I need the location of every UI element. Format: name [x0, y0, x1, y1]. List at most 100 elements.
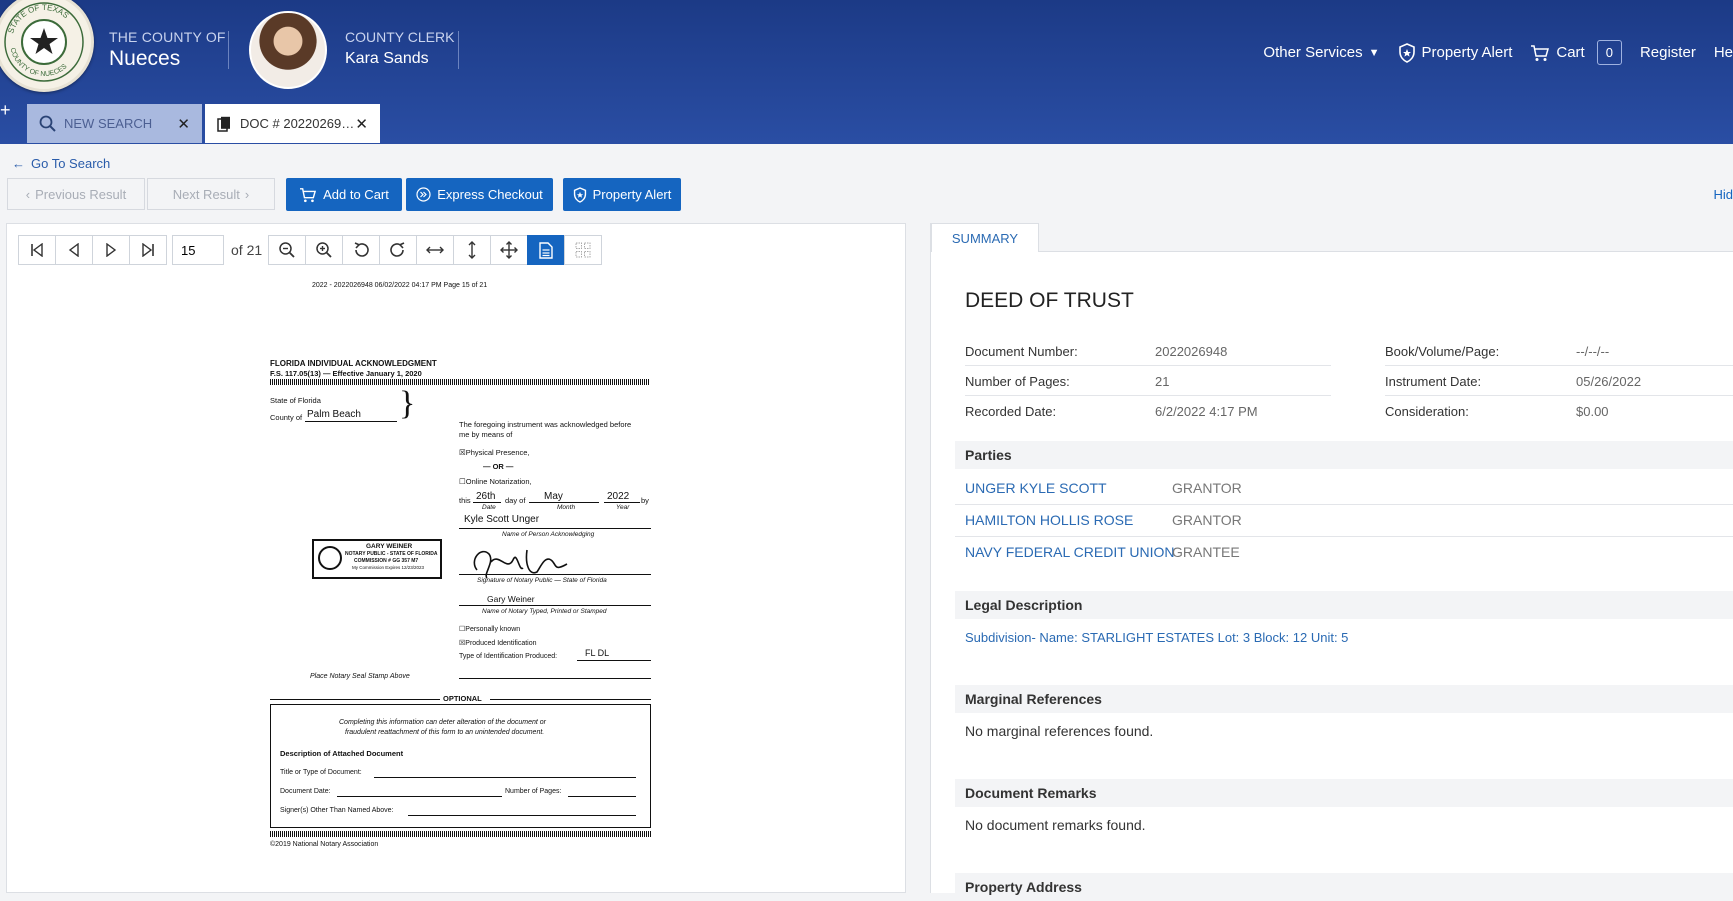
tab-summary[interactable]: SUMMARY: [931, 223, 1039, 252]
shield-star-icon: [573, 186, 586, 203]
party-name-link[interactable]: HAMILTON HOLLIS ROSE: [965, 512, 1133, 528]
physical-presence-option: ☒Physical Presence,: [459, 448, 530, 457]
other-services-menu[interactable]: Other Services ▼: [1263, 44, 1379, 61]
cart-label: Cart: [1556, 44, 1585, 61]
book-volume-page-value: --/--/--: [1576, 344, 1609, 359]
fit-width-button[interactable]: [416, 235, 455, 265]
county-title: THE COUNTY OF Nueces: [109, 29, 226, 71]
zoom-out-button[interactable]: [268, 235, 307, 265]
number-of-pages-field: Number of Pages:: [965, 374, 1070, 389]
seal-caption: Place Notary Seal Stamp Above: [310, 673, 410, 680]
county-value: Palm Beach: [307, 409, 361, 420]
notary-seal-icon: [318, 546, 342, 570]
field-value: 2022026948: [1155, 344, 1228, 359]
header-divider: [458, 31, 459, 69]
go-to-search-label: Go To Search: [31, 156, 111, 171]
close-tab-icon[interactable]: ✕: [177, 115, 190, 133]
clerk-label: COUNTY CLERK: [345, 29, 455, 45]
recorded-date-field: Recorded Date:: [965, 404, 1056, 419]
zoom-in-icon: [316, 242, 332, 258]
online-notarization-option: ☐Online Notarization,: [459, 477, 532, 486]
fill-line: [577, 660, 651, 661]
summary-panel: SUMMARY DEED OF TRUST Document Number: 2…: [930, 223, 1733, 901]
signature-caption: Signature of Notary Public — State of Fl…: [477, 577, 607, 584]
document-number-value: 2022026948: [1155, 344, 1227, 359]
cart-count-badge: 0: [1596, 40, 1622, 65]
single-page-view-button[interactable]: [527, 235, 566, 265]
notary-name-value: Gary Weiner: [487, 594, 535, 604]
rotate-right-button[interactable]: [379, 235, 418, 265]
stamp-line-3: COMMISSION # GG 357 M7: [354, 558, 419, 564]
document-remarks-section-header: Document Remarks: [955, 779, 1733, 807]
dashed-rule: [270, 379, 650, 385]
register-label: Register: [1639, 44, 1696, 61]
arrow-left-icon: ←: [12, 156, 25, 171]
foregoing-line-1: The foregoing instrument was acknowledge…: [459, 420, 632, 429]
rotate-right-icon: [390, 242, 405, 257]
property-alert-link[interactable]: Property Alert: [1398, 42, 1512, 63]
next-page-icon: [106, 243, 117, 257]
row-divider: [1385, 395, 1733, 396]
optional-rule-left: [270, 699, 440, 700]
page-number-input[interactable]: [172, 235, 224, 265]
description-heading: Description of Attached Document: [280, 749, 404, 758]
top-navigation: Other Services ▼ Property Alert Cart 0 R…: [1263, 40, 1733, 65]
thumbnail-view-button[interactable]: [564, 235, 603, 265]
previous-result-button[interactable]: ‹ Previous Result: [7, 178, 145, 210]
party-name-link[interactable]: NAVY FEDERAL CREDIT UNION: [965, 544, 1175, 560]
state-line: State of Florida: [270, 396, 321, 405]
tab-document[interactable]: DOC # 2022026948 ✕: [205, 104, 380, 143]
rotate-left-button[interactable]: [342, 235, 381, 265]
property-alert-button-label: Property Alert: [592, 187, 672, 202]
go-to-search-link[interactable]: ← Go To Search: [12, 156, 110, 171]
first-page-button[interactable]: [18, 235, 56, 265]
add-to-cart-button[interactable]: Add to Cart: [286, 178, 402, 211]
next-result-button[interactable]: Next Result ›: [147, 178, 275, 210]
tab-new-search-label: NEW SEARCH: [64, 116, 153, 131]
last-page-button[interactable]: [129, 235, 167, 265]
tab-document-label: DOC # 2022026948: [240, 116, 356, 131]
instrument-date-value: 05/26/2022: [1576, 374, 1641, 389]
site-header: STATE OF TEXAS COUNTY OF NUECES THE COUN…: [0, 0, 1733, 144]
personally-known-option: ☐Personally known: [459, 626, 521, 633]
next-page-button[interactable]: [92, 235, 130, 265]
field-label: Book/Volume/Page:: [1385, 344, 1500, 359]
fit-height-button[interactable]: [453, 235, 492, 265]
consideration-value: $0.00: [1576, 404, 1609, 419]
fit-height-icon: [468, 241, 476, 259]
chevron-left-icon: ‹: [25, 186, 31, 202]
previous-page-button[interactable]: [55, 235, 93, 265]
new-tab-plus-icon[interactable]: +: [0, 100, 11, 121]
fill-line: [604, 502, 640, 503]
last-page-icon: [142, 243, 154, 257]
party-name-link[interactable]: UNGER KYLE SCOTT: [965, 480, 1107, 496]
help-link[interactable]: He: [1714, 44, 1733, 61]
express-checkout-button[interactable]: Express Checkout: [406, 178, 553, 211]
register-link[interactable]: Register: [1640, 44, 1696, 61]
previous-result-label: Previous Result: [35, 186, 127, 202]
hide-summary-link[interactable]: Hid: [1713, 187, 1733, 202]
stamp-line-2: NOTARY PUBLIC - STATE OF FLORIDA: [345, 551, 438, 557]
zoom-in-button[interactable]: [305, 235, 344, 265]
copyright-line: ©2019 National Notary Association: [270, 841, 379, 848]
property-alert-button[interactable]: Property Alert: [563, 178, 681, 211]
county-seal-logo[interactable]: STATE OF TEXAS COUNTY OF NUECES: [0, 0, 94, 92]
close-tab-icon[interactable]: ✕: [355, 115, 368, 133]
field-label: Recorded Date:: [965, 404, 1057, 419]
title-type-label: Title or Type of Document:: [280, 769, 362, 776]
notary-stamp: GARY WEINER NOTARY PUBLIC - STATE OF FLO…: [312, 539, 442, 579]
produced-id-label: Produced Identification: [465, 640, 537, 647]
cart-link[interactable]: Cart 0: [1530, 40, 1622, 65]
parties-section-header: Parties: [955, 441, 1733, 469]
legal-description-link[interactable]: Subdivision- Name: STARLIGHT ESTATES Lot…: [965, 630, 1348, 645]
summary-tab-bar: SUMMARY: [931, 223, 1733, 252]
tab-new-search[interactable]: NEW SEARCH ✕: [27, 104, 202, 143]
id-type-value: FL DL: [585, 648, 610, 658]
day-value: 26th: [476, 491, 496, 502]
fast-forward-circle-icon: [416, 187, 431, 202]
year-value: 2022: [607, 491, 630, 502]
form-statute: F.S. 117.05(13) — Effective January 1, 2…: [270, 369, 422, 378]
pan-button[interactable]: [490, 235, 529, 265]
field-label: Consideration:: [1385, 404, 1469, 419]
row-divider: [955, 504, 1733, 505]
